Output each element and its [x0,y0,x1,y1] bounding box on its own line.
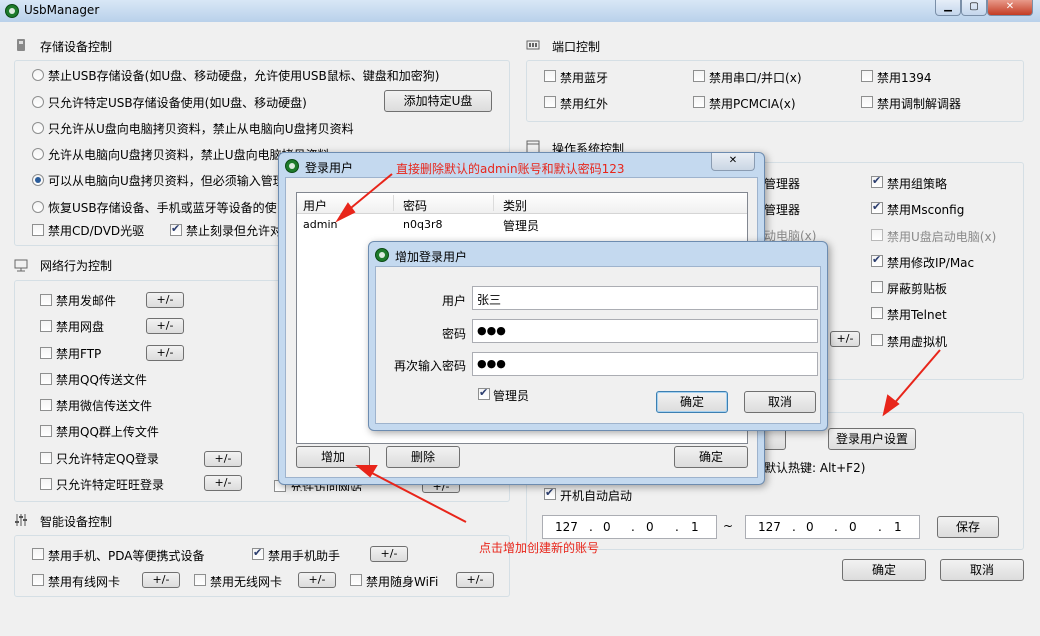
arrow-head [882,394,900,417]
arrow-line [345,173,393,213]
annotation-top: 直接删除默认的admin账号和默认密码123 [396,162,625,176]
arrow-line [891,349,941,407]
arrow-line [369,471,467,523]
annotation-bottom: 点击增加创建新的账号 [479,541,600,555]
